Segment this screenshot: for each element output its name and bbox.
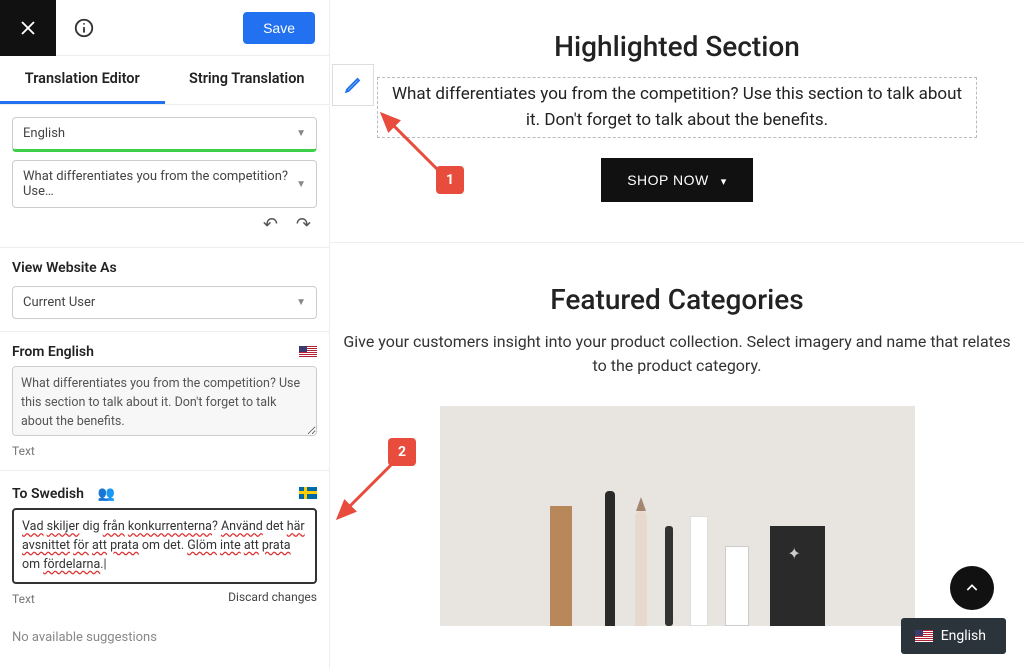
source-language-value: English bbox=[23, 126, 65, 141]
product-bottle bbox=[725, 546, 749, 626]
view-as-select[interactable]: Current User ▼ bbox=[12, 286, 317, 319]
us-flag-icon bbox=[915, 630, 933, 642]
view-as-label: View Website As bbox=[12, 260, 317, 276]
product-tube bbox=[690, 516, 708, 626]
view-as-section: View Website As Current User ▼ bbox=[0, 248, 329, 332]
source-language-select[interactable]: English ▼ bbox=[12, 117, 317, 152]
close-button[interactable] bbox=[0, 0, 56, 56]
product-pencil bbox=[635, 511, 647, 626]
string-select[interactable]: What differentiates you from the competi… bbox=[12, 160, 317, 208]
from-section: From English Text bbox=[0, 332, 329, 471]
pencil-icon bbox=[344, 76, 362, 94]
view-as-value: Current User bbox=[23, 295, 95, 310]
shop-now-button[interactable]: SHOP NOW bbox=[601, 158, 753, 202]
featured-categories-desc: Give your customers insight into your pr… bbox=[337, 330, 1017, 378]
chevron-down-icon: ▼ bbox=[296, 179, 306, 190]
us-flag-icon bbox=[299, 346, 317, 358]
divider bbox=[330, 242, 1024, 243]
info-button[interactable] bbox=[56, 0, 112, 56]
product-ruler bbox=[550, 506, 572, 626]
product-stylus bbox=[665, 526, 673, 626]
tab-translation-editor[interactable]: Translation Editor bbox=[0, 56, 165, 104]
featured-category-image bbox=[440, 406, 915, 626]
chevron-down-icon: ▼ bbox=[296, 128, 306, 139]
source-section: English ▼ What differentiates you from t… bbox=[0, 105, 329, 248]
to-section: To Swedish 👥 Vad skiljer dig från konkur… bbox=[0, 471, 329, 618]
string-preview: What differentiates you from the competi… bbox=[23, 169, 296, 199]
from-language-label: From English bbox=[12, 344, 94, 360]
featured-categories-title: Featured Categories bbox=[330, 283, 1024, 316]
info-icon bbox=[73, 17, 95, 39]
scroll-to-top-button[interactable] bbox=[950, 566, 994, 610]
sidebar-topbar: Save bbox=[0, 0, 329, 56]
discard-changes-button[interactable]: Discard changes bbox=[228, 590, 317, 604]
language-switcher-label: English bbox=[941, 628, 986, 644]
annotation-callout-1: 1 bbox=[436, 166, 464, 194]
no-suggestions-label: No available suggestions bbox=[0, 618, 329, 657]
from-textarea bbox=[12, 366, 317, 436]
product-pen bbox=[605, 491, 615, 626]
annotation-callout-2: 2 bbox=[388, 438, 416, 466]
tab-string-translation[interactable]: String Translation bbox=[165, 56, 330, 104]
preview-pane: Highlighted Section What differentiates … bbox=[330, 0, 1024, 668]
edit-string-button[interactable] bbox=[332, 64, 374, 106]
product-box bbox=[770, 526, 825, 626]
people-icon: 👥 bbox=[98, 486, 115, 502]
chevron-down-icon: ▼ bbox=[296, 297, 306, 308]
from-type-label: Text bbox=[12, 444, 317, 458]
redo-button[interactable]: ↷ bbox=[296, 214, 311, 235]
save-button[interactable]: Save bbox=[243, 12, 315, 44]
sidebar-tabs: Translation Editor String Translation bbox=[0, 56, 329, 105]
se-flag-icon bbox=[299, 487, 317, 499]
highlighted-section-desc[interactable]: What differentiates you from the competi… bbox=[377, 77, 977, 138]
close-icon bbox=[19, 19, 37, 37]
undo-button[interactable]: ↶ bbox=[263, 214, 278, 235]
highlighted-section-title: Highlighted Section bbox=[330, 30, 1024, 63]
to-textarea[interactable]: Vad skiljer dig från konkurrenterna? Anv… bbox=[12, 508, 317, 584]
chevron-up-icon bbox=[964, 580, 980, 596]
undo-redo-row: ↶ ↷ bbox=[12, 208, 317, 235]
language-switcher[interactable]: English bbox=[901, 618, 1006, 654]
translation-sidebar: Save Translation Editor String Translati… bbox=[0, 0, 330, 668]
to-language-label: To Swedish bbox=[12, 486, 84, 502]
to-type-label: Text bbox=[12, 592, 35, 606]
